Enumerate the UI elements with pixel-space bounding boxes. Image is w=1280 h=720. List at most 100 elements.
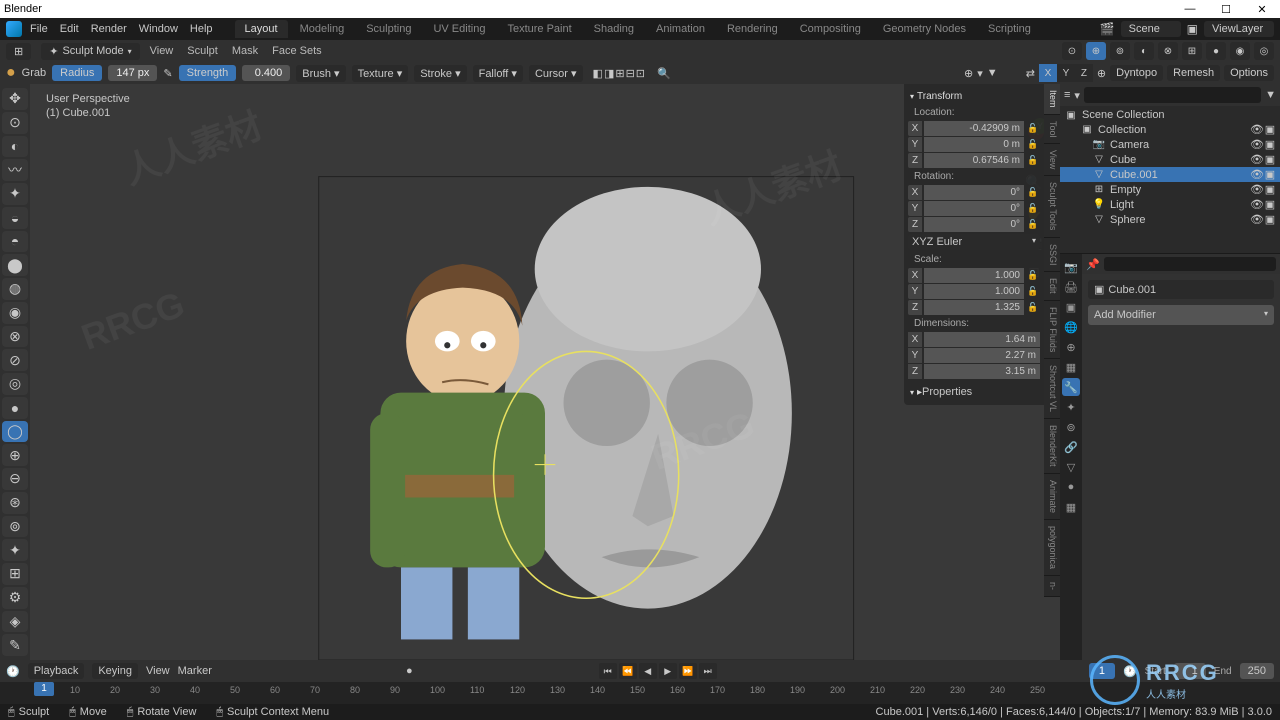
cursor-dropdown[interactable]: Cursor ▾ bbox=[529, 65, 583, 82]
dim-z[interactable]: 3.15 m bbox=[924, 364, 1040, 379]
npanel-tab-tool[interactable]: Tool bbox=[1044, 115, 1060, 145]
npanel-tab-polygonica[interactable]: polygonica bbox=[1044, 520, 1060, 576]
menu-edit[interactable]: Edit bbox=[60, 23, 79, 35]
menu-sculpt[interactable]: Sculpt bbox=[187, 45, 218, 57]
npanel-tab-flip-fluids[interactable]: FLIP Fluids bbox=[1044, 301, 1060, 359]
brush-icon[interactable]: ● bbox=[6, 64, 16, 82]
loc-x[interactable]: -0.42909 m bbox=[924, 121, 1024, 136]
editor-type-dropdown[interactable]: ⊞ bbox=[6, 43, 31, 60]
outliner-item-camera[interactable]: 📷Camera👁▣ bbox=[1060, 137, 1280, 152]
sculpt-tool-3[interactable]: 〰 bbox=[2, 159, 28, 181]
tab-geonodes[interactable]: Geometry Nodes bbox=[873, 20, 976, 38]
keyframe-prev-icon[interactable]: ⏪ bbox=[619, 663, 637, 679]
rot-x[interactable]: 0° bbox=[924, 185, 1024, 200]
menu-help[interactable]: Help bbox=[190, 23, 213, 35]
options-dropdown[interactable]: Options bbox=[1224, 65, 1274, 81]
ptab-texture[interactable]: ▦ bbox=[1062, 498, 1080, 516]
shading-solid-icon[interactable]: ● bbox=[1206, 42, 1226, 60]
sculpt-tool-2[interactable]: ◐ bbox=[2, 136, 28, 158]
add-modifier-dropdown[interactable]: Add Modifier▾ bbox=[1088, 305, 1274, 325]
sym-btn5[interactable]: ⊡ bbox=[636, 67, 645, 80]
outliner-item-light[interactable]: 💡Light👁▣ bbox=[1060, 197, 1280, 212]
ptab-output[interactable]: 🖨 bbox=[1062, 278, 1080, 296]
sculpt-tool-19[interactable]: ✦ bbox=[2, 539, 28, 561]
sym-btn2[interactable]: ◨ bbox=[604, 67, 614, 80]
sculpt-tool-16[interactable]: ⊖ bbox=[2, 468, 28, 490]
sym-btn1[interactable]: ◧ bbox=[593, 67, 603, 80]
sym-btn3[interactable]: ⊞ bbox=[615, 67, 624, 80]
texture-dropdown[interactable]: Texture ▾ bbox=[352, 65, 409, 82]
sculpt-tool-18[interactable]: ⊚ bbox=[2, 516, 28, 538]
menu-facesets[interactable]: Face Sets bbox=[272, 45, 322, 57]
outliner-item-cube-001[interactable]: ▽Cube.001👁▣ bbox=[1060, 167, 1280, 182]
xray-toggle[interactable]: ⊗ bbox=[1158, 42, 1178, 60]
tab-compositing[interactable]: Compositing bbox=[790, 20, 871, 38]
rotation-mode-dropdown[interactable]: XYZ Euler▾ bbox=[908, 234, 1040, 250]
dim-x[interactable]: 1.64 m bbox=[924, 332, 1040, 347]
shading-matprev-icon[interactable]: ◉ bbox=[1230, 42, 1250, 60]
mirror-z[interactable]: Z bbox=[1075, 64, 1093, 82]
sculpt-tool-6[interactable]: ◓ bbox=[2, 231, 28, 253]
menu-render[interactable]: Render bbox=[91, 23, 127, 35]
tab-scripting[interactable]: Scripting bbox=[978, 20, 1041, 38]
remesh-dropdown[interactable]: Remesh bbox=[1167, 65, 1220, 81]
outliner-item-empty[interactable]: ⊞Empty👁▣ bbox=[1060, 182, 1280, 197]
ptab-physics[interactable]: ⊚ bbox=[1062, 418, 1080, 436]
search-icon[interactable]: 🔍 bbox=[657, 67, 671, 80]
sym-lock-icon[interactable]: ⊕ bbox=[1097, 67, 1106, 80]
3d-viewport[interactable]: User Perspective (1) Cube.001 X Y 🔍 ✋ 📷 … bbox=[30, 84, 1060, 660]
tab-shading[interactable]: Shading bbox=[584, 20, 644, 38]
timeline-type-icon[interactable]: 🕐 bbox=[6, 665, 20, 678]
snap-magnet-icon[interactable]: ⊙ bbox=[1062, 42, 1082, 60]
mirror-icon[interactable]: ⇄ bbox=[1026, 67, 1035, 80]
sculpt-tool-1[interactable]: ⊙ bbox=[2, 112, 28, 134]
sculpt-tool-17[interactable]: ⊛ bbox=[2, 492, 28, 514]
scl-y[interactable]: 1.000 bbox=[924, 284, 1024, 299]
sculpt-tool-8[interactable]: ◍ bbox=[2, 278, 28, 300]
transform-header[interactable]: Transform bbox=[908, 88, 1040, 105]
dropdown-icon[interactable]: ▾ bbox=[977, 67, 983, 80]
sculpt-tool-10[interactable]: ⊗ bbox=[2, 326, 28, 348]
tab-texpaint[interactable]: Texture Paint bbox=[497, 20, 581, 38]
strength-value[interactable]: 0.400 bbox=[242, 65, 290, 81]
ptab-viewlayer[interactable]: ▣ bbox=[1062, 298, 1080, 316]
shading-render-icon[interactable]: ◎ bbox=[1254, 42, 1274, 60]
props-search[interactable] bbox=[1104, 257, 1276, 271]
outliner-item-collection[interactable]: ▣Collection👁▣ bbox=[1060, 122, 1280, 137]
timeline-ruler[interactable]: 1 10203040506070809010011012013014015016… bbox=[0, 682, 1280, 704]
orientation-dropdown[interactable]: ⊕ bbox=[1086, 42, 1106, 60]
npanel-tab-ssgi[interactable]: SSGI bbox=[1044, 238, 1060, 273]
scl-z[interactable]: 1.325 bbox=[924, 300, 1024, 315]
sculpt-tool-0[interactable]: ✥ bbox=[2, 88, 28, 110]
timeline-marker[interactable]: Marker bbox=[178, 665, 212, 677]
npanel-tab-view[interactable]: View bbox=[1044, 144, 1060, 176]
ptab-object[interactable]: ▦ bbox=[1062, 358, 1080, 376]
npanel-tab-sculpt-tools[interactable]: Sculpt Tools bbox=[1044, 176, 1060, 237]
keying-dropdown[interactable]: Keying bbox=[92, 663, 138, 679]
cloth-filter-icon[interactable]: ⊕ bbox=[964, 67, 973, 80]
ptab-particle[interactable]: ✦ bbox=[1062, 398, 1080, 416]
scene-name[interactable]: Scene bbox=[1121, 21, 1181, 37]
close-button[interactable]: ✕ bbox=[1248, 3, 1276, 16]
playback-dropdown[interactable]: Playback bbox=[28, 663, 85, 679]
pressure-radius-icon[interactable]: ✎ bbox=[163, 67, 172, 80]
menu-mask[interactable]: Mask bbox=[232, 45, 258, 57]
sculpt-tool-14[interactable]: ◯ bbox=[2, 421, 28, 443]
tab-sculpting[interactable]: Sculpting bbox=[356, 20, 421, 38]
viewlayer-name[interactable]: ViewLayer bbox=[1204, 21, 1274, 37]
brush-dropdown[interactable]: Brush ▾ bbox=[296, 65, 345, 82]
loc-z[interactable]: 0.67546 m bbox=[924, 153, 1024, 168]
rot-y[interactable]: 0° bbox=[924, 201, 1024, 216]
tab-uv[interactable]: UV Editing bbox=[423, 20, 495, 38]
sculpt-tool-9[interactable]: ◉ bbox=[2, 302, 28, 324]
scl-x[interactable]: 1.000 bbox=[924, 268, 1024, 283]
overlay-toggle[interactable]: ◐ bbox=[1134, 42, 1154, 60]
blender-logo-icon[interactable] bbox=[6, 21, 22, 37]
radius-label[interactable]: Radius bbox=[52, 65, 102, 81]
menu-window[interactable]: Window bbox=[139, 23, 178, 35]
play-icon[interactable]: ▶ bbox=[659, 663, 677, 679]
jump-start-icon[interactable]: ⏮ bbox=[599, 663, 617, 679]
autokey-icon[interactable]: ● bbox=[406, 665, 413, 677]
mirror-x[interactable]: X bbox=[1039, 64, 1057, 82]
dyntopo-dropdown[interactable]: Dyntopo bbox=[1110, 65, 1163, 81]
